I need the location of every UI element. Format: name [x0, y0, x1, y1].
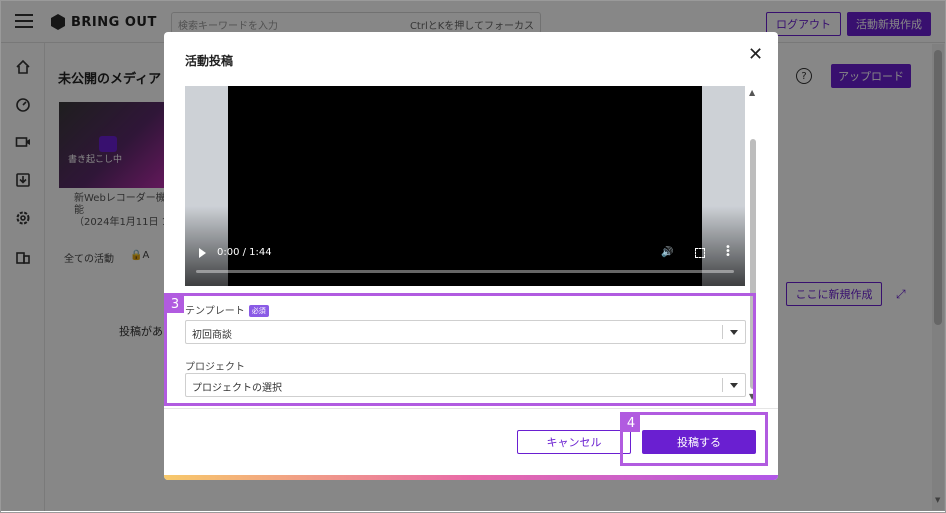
video-player[interactable]: 0:00 / 1:44 🔊 • • • — [185, 86, 745, 286]
volume-icon[interactable]: 🔊 — [661, 247, 673, 258]
step-3-highlight — [164, 293, 756, 406]
cancel-button[interactable]: キャンセル — [517, 430, 631, 454]
step-4-number: 4 — [622, 414, 640, 432]
modal-accent-bar — [164, 475, 778, 480]
video-progress-bar[interactable] — [196, 270, 734, 273]
fullscreen-icon[interactable] — [695, 248, 705, 258]
step-3-number: 3 — [166, 295, 184, 313]
video-time: 0:00 / 1:44 — [217, 247, 272, 258]
play-icon[interactable] — [199, 248, 206, 258]
step-4-highlight — [620, 412, 768, 466]
close-icon[interactable]: ✕ — [748, 44, 763, 65]
modal-footer-divider — [164, 408, 778, 409]
scroll-up-arrow-icon[interactable]: ▲ — [749, 88, 755, 97]
more-options-icon[interactable]: • • • — [725, 243, 731, 261]
video-controls-shade — [185, 206, 745, 286]
modal-title: 活動投稿 — [185, 54, 234, 68]
